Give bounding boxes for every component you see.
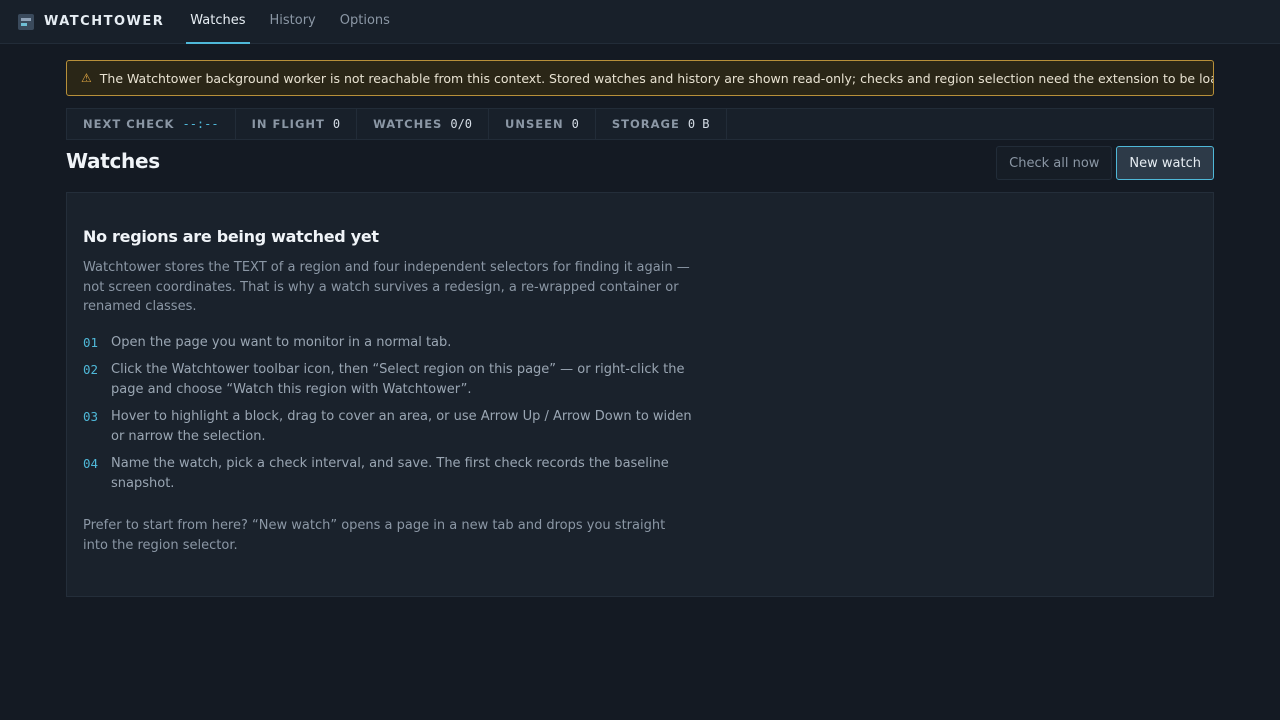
warning-text: The Watchtower background worker is not … [99, 70, 1214, 86]
stat-value: 0/0 [450, 117, 473, 131]
step-text: Name the watch, pick a check interval, a… [111, 455, 669, 491]
new-watch-button[interactable]: New watch [1116, 146, 1214, 180]
main-nav: Watches History Options [178, 0, 402, 44]
stat-storage: STORAGE 0 B [596, 109, 727, 139]
steps-list: 01 Open the page you want to monitor in … [83, 333, 1197, 494]
empty-state-intro: Watchtower stores the TEXT of a region a… [83, 260, 690, 314]
page-title: Watches [66, 149, 160, 173]
top-bar: WATCHTOWER Watches History Options [0, 0, 1280, 44]
stat-watches: WATCHES 0/0 [357, 109, 490, 139]
tab-watches[interactable]: Watches [186, 0, 250, 44]
tab-options[interactable]: Options [336, 0, 394, 44]
app-name: WATCHTOWER [44, 14, 165, 29]
step-number: 04 [83, 455, 99, 471]
step-item: 04 Name the watch, pick a check interval… [83, 454, 1197, 494]
heading-row: Watches Check all now New watch [66, 142, 1214, 180]
step-number: 02 [83, 361, 99, 377]
tab-history[interactable]: History [266, 0, 320, 44]
step-item: 01 Open the page you want to monitor in … [83, 333, 1197, 353]
step-text: Hover to highlight a block, drag to cove… [111, 408, 692, 444]
step-item: 02 Click the Watchtower toolbar icon, th… [83, 360, 1197, 400]
stat-value: 0 B [687, 117, 710, 131]
stat-label: STORAGE [611, 117, 680, 131]
stat-next-check: NEXT CHECK --:-- [67, 109, 236, 139]
stat-label: WATCHES [373, 117, 443, 131]
step-item: 03 Hover to highlight a block, drag to c… [83, 407, 1197, 447]
stat-label: NEXT CHECK [83, 117, 175, 131]
warning-triangle-icon: ⚠ [81, 71, 92, 85]
empty-state-panel: No regions are being watched yet Watchto… [66, 192, 1214, 597]
step-number: 01 [83, 334, 99, 350]
watchtower-logo-icon [18, 13, 34, 30]
stat-label: IN FLIGHT [251, 117, 325, 131]
empty-state-title: No regions are being watched yet [83, 227, 379, 246]
step-number: 03 [83, 408, 99, 424]
stat-value: 0 [571, 117, 579, 131]
main-content: ⚠ The Watchtower background worker is no… [0, 44, 1280, 597]
step-text: Open the page you want to monitor in a n… [111, 334, 452, 350]
stat-unseen: UNSEEN 0 [489, 109, 596, 139]
stat-value: --:-- [182, 117, 219, 131]
brand[interactable]: WATCHTOWER [18, 13, 165, 30]
stat-value: 0 [332, 117, 341, 131]
worker-warning-banner: ⚠ The Watchtower background worker is no… [66, 60, 1214, 96]
stat-label: UNSEEN [505, 117, 564, 131]
empty-state-footer: Prefer to start from here? “New watch” o… [83, 517, 666, 553]
page-actions: Check all now New watch [996, 146, 1214, 180]
stat-in-flight: IN FLIGHT 0 [236, 109, 358, 139]
step-text: Click the Watchtower toolbar icon, then … [111, 361, 685, 397]
check-all-now-button[interactable]: Check all now [996, 146, 1113, 180]
stats-bar: NEXT CHECK --:-- IN FLIGHT 0 WATCHES 0/0… [66, 108, 1214, 140]
